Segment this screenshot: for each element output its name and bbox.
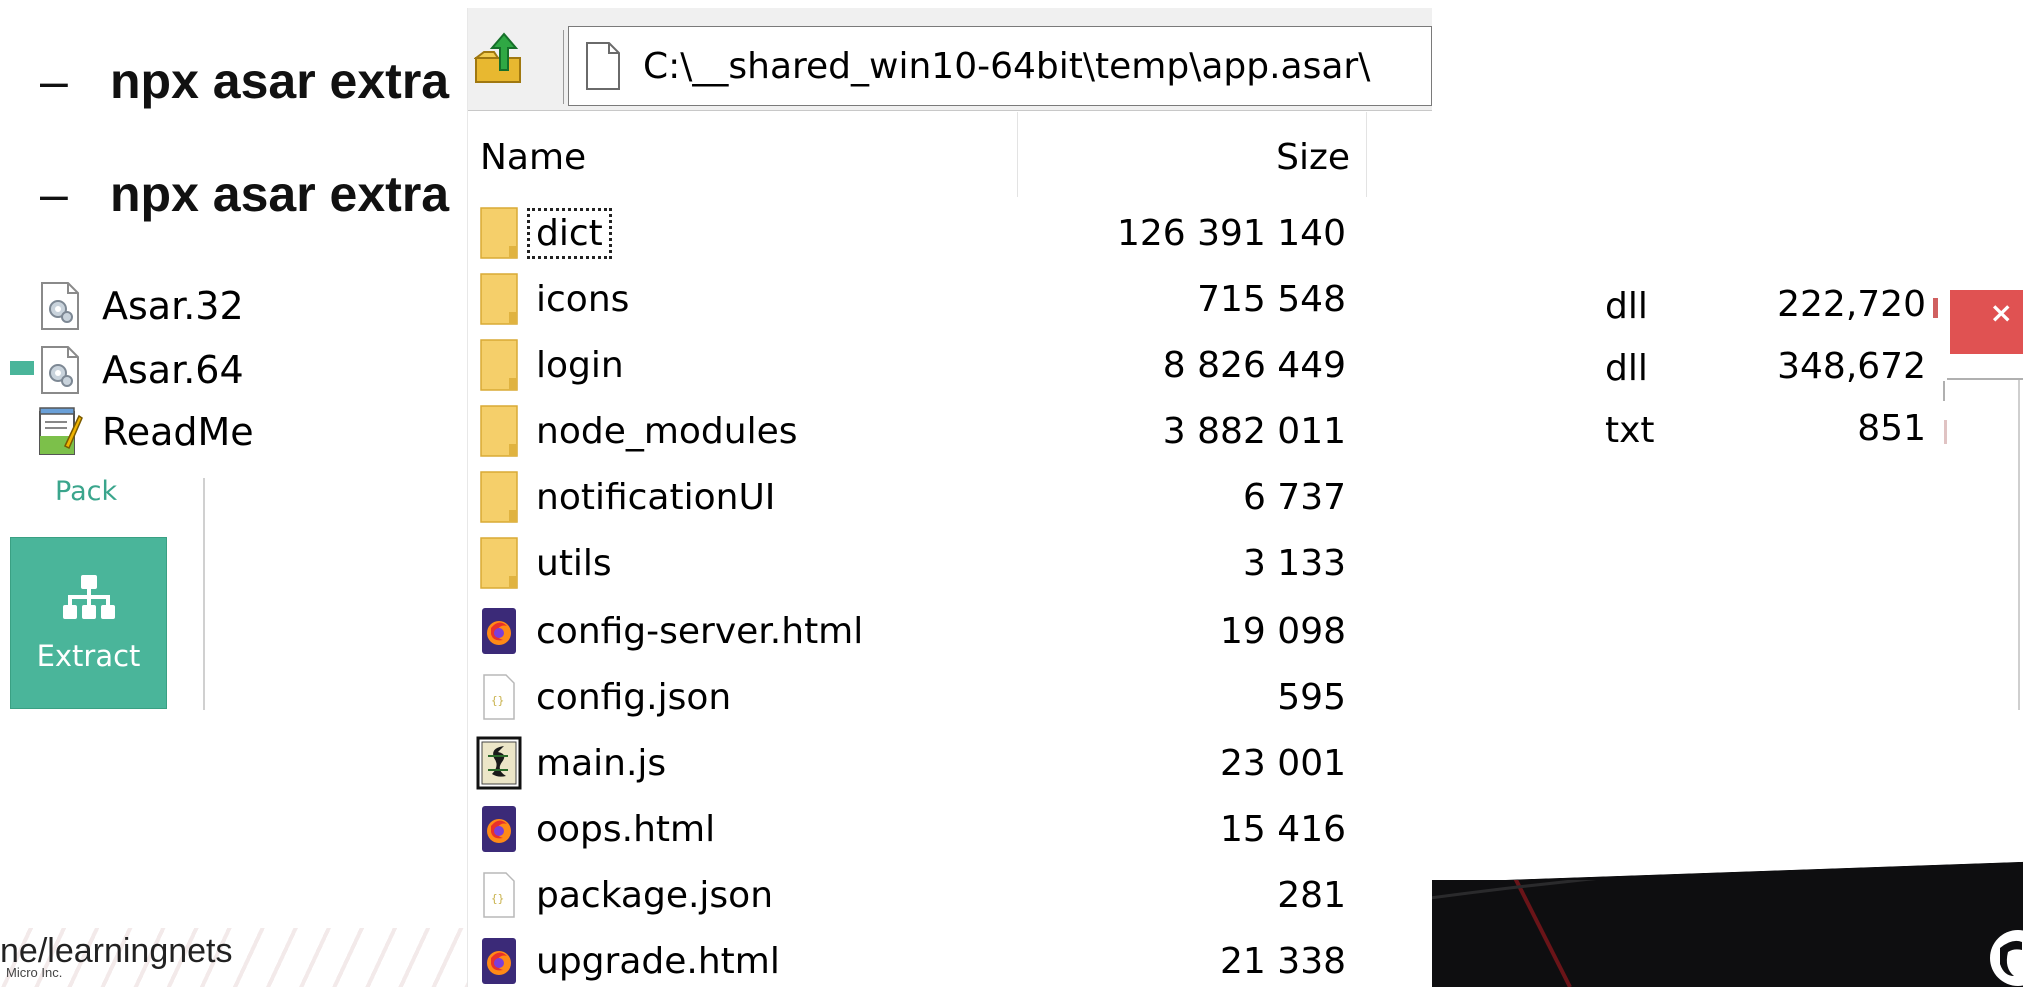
firefox-html-icon [476, 934, 522, 988]
dll-gear-icon [34, 280, 86, 332]
table-row[interactable]: {} config.json 595 [476, 664, 1346, 730]
column-header-name[interactable]: Name [480, 115, 586, 200]
file-name: login [536, 344, 624, 386]
file-name: icons [536, 278, 630, 320]
table-row[interactable]: icons 715 548 [476, 266, 1346, 332]
js-script-icon [476, 736, 522, 790]
file-name: upgrade.html [536, 940, 780, 982]
left-file-item[interactable]: ReadMe [34, 404, 254, 460]
file-name: dict [527, 207, 612, 259]
file-size: 6 737 [1242, 476, 1346, 518]
address-bar[interactable]: C:\__shared_win10-64bit\temp\app.asar\ [568, 26, 1432, 106]
svg-text:{}: {} [491, 892, 504, 905]
footer-banner [1430, 868, 2023, 987]
bullet-dash: – [40, 166, 68, 222]
table-row[interactable]: main.js 23 001 [476, 730, 1346, 796]
dll-gear-icon [34, 344, 86, 396]
file-size: 715 548 [1197, 278, 1346, 320]
file-size: 3 133 [1242, 542, 1346, 584]
folder-icon [476, 536, 522, 590]
folder-up-button[interactable] [473, 30, 526, 86]
window-edge-line [1947, 378, 2023, 380]
file-size: 19 098 [1220, 610, 1346, 652]
table-row[interactable]: utils 3 133 [476, 530, 1346, 596]
table-row[interactable]: dict 126 391 140 [476, 200, 1346, 266]
file-name: main.js [536, 742, 667, 784]
file-name: config.json [536, 676, 732, 718]
table-row[interactable]: config-server.html 19 098 [476, 598, 1346, 664]
column-header-label: Size [1276, 137, 1350, 178]
left-file-name: ReadMe [102, 410, 254, 454]
column-header-label: Name [480, 137, 587, 178]
bullet-dash: – [40, 53, 68, 109]
window-edge-line [2018, 380, 2020, 710]
file-size: 3 882 011 [1162, 410, 1346, 452]
folder-up-icon [473, 32, 521, 83]
table-row[interactable]: login 8 826 449 [476, 332, 1346, 398]
left-file-item[interactable]: Asar.64 [34, 342, 244, 398]
address-path: C:\__shared_win10-64bit\temp\app.asar\ [643, 45, 1371, 87]
footer-copyright: Micro Inc. [6, 965, 63, 980]
bullet-text: npx asar extra [110, 166, 450, 222]
slide-bullet-1: – npx asar extra [40, 52, 449, 110]
column-separator[interactable] [1366, 112, 1367, 197]
ribbon-divider [203, 478, 205, 710]
folder-icon [476, 272, 522, 326]
folder-icon [476, 206, 522, 260]
file-size: 15 416 [1220, 808, 1346, 850]
file-size: 8 826 449 [1162, 344, 1346, 386]
json-file-icon: {} [476, 670, 522, 724]
left-file-name: Asar.64 [102, 348, 244, 392]
close-button[interactable]: × [1950, 290, 2023, 354]
left-file-name: Asar.32 [102, 284, 244, 328]
trend-logo-icon [1990, 930, 2023, 986]
firefox-html-icon [476, 604, 522, 658]
close-icon: × [1989, 296, 2013, 329]
folder-icon [476, 470, 522, 524]
column-header-size[interactable]: Size [1018, 115, 1350, 200]
table-row[interactable]: oops.html 15 416 [476, 796, 1346, 862]
file-name: config-server.html [536, 610, 864, 652]
extract-label: Extract [36, 639, 141, 673]
json-file-icon: {} [476, 868, 522, 922]
file-name: oops.html [536, 808, 716, 850]
left-file-item[interactable]: Asar.32 [34, 278, 244, 334]
folder-icon [476, 338, 522, 392]
right-file-size: 851 [1857, 408, 1926, 449]
file-size: 595 [1277, 676, 1346, 718]
hierarchy-icon [62, 575, 115, 619]
file-size: 21 338 [1220, 940, 1346, 982]
partial-divider [1944, 420, 1947, 444]
file-name: package.json [536, 874, 774, 916]
file-size: 281 [1277, 874, 1346, 916]
partial-divider [1933, 298, 1938, 318]
folder-icon [476, 404, 522, 458]
window-edge-line [1943, 381, 1945, 401]
notepad-icon [34, 406, 86, 458]
slide-bullet-2: – npx asar extra [40, 165, 449, 223]
file-name: node_modules [536, 410, 798, 452]
file-size: 23 001 [1220, 742, 1346, 784]
toolbar-separator [563, 30, 564, 104]
bullet-text: npx asar extra [110, 53, 450, 109]
table-row[interactable]: {} package.json 281 [476, 862, 1346, 928]
pack-group-label: Pack [55, 476, 118, 507]
selection-marker [10, 361, 34, 375]
table-row[interactable]: notificationUI 6 737 [476, 464, 1346, 530]
file-name: notificationUI [536, 476, 776, 518]
banner-curve [1430, 860, 2023, 880]
firefox-html-icon [476, 802, 522, 856]
right-file-size: 222,720 [1777, 284, 1926, 325]
extract-button[interactable]: Extract [10, 537, 167, 709]
right-file-type: dll [1605, 348, 1648, 389]
right-file-type: txt [1605, 410, 1655, 451]
table-row[interactable]: upgrade.html 21 338 [476, 928, 1346, 994]
right-file-size: 348,672 [1777, 346, 1926, 387]
svg-text:{}: {} [491, 694, 504, 707]
file-size: 126 391 140 [1116, 212, 1346, 254]
document-icon [586, 42, 620, 90]
file-name: utils [536, 542, 612, 584]
table-row[interactable]: node_modules 3 882 011 [476, 398, 1346, 464]
right-file-type: dll [1605, 286, 1648, 327]
